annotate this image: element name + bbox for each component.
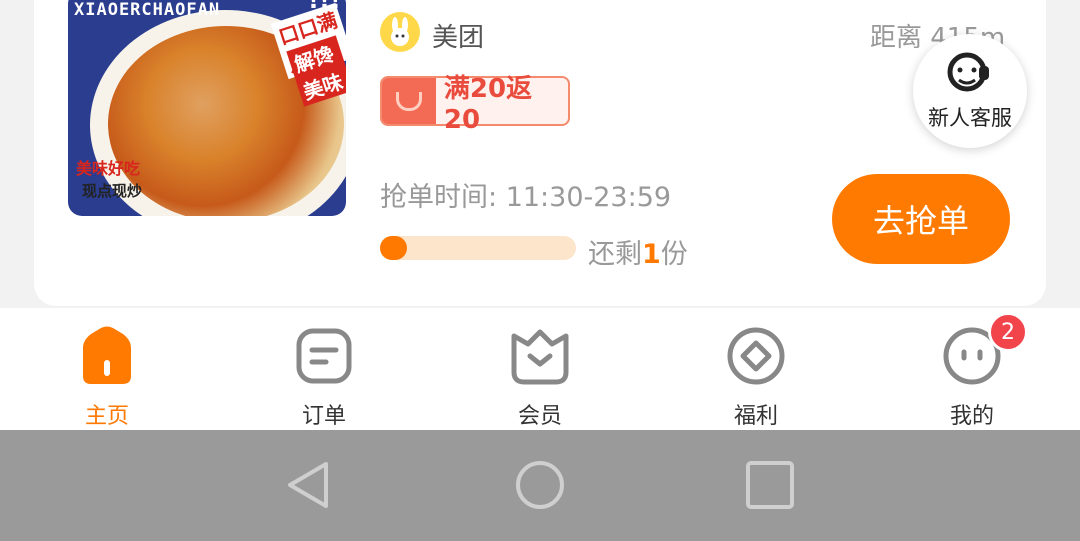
order-icon	[294, 326, 354, 386]
tab-profile[interactable]: 我的 2	[902, 308, 1042, 430]
grab-time: 抢单时间: 11:30-23:59	[380, 175, 671, 214]
tab-orders-label: 订单	[301, 404, 346, 429]
recent-apps-icon[interactable]	[745, 460, 795, 510]
bottom-tab-bar: 主页 订单 会员 福利 我的 2	[0, 308, 1080, 430]
tab-home[interactable]: 主页	[37, 308, 177, 430]
remaining-prefix: 还剩	[588, 239, 642, 270]
tab-welfare-label: 福利	[733, 404, 778, 429]
image-brand-text: XIAOERCHAOFAN	[74, 0, 221, 20]
tab-orders[interactable]: 订单	[254, 308, 394, 430]
tab-member-label: 会员	[517, 404, 562, 429]
grab-time-range: 11:30-23:59	[505, 182, 672, 213]
tab-profile-label: 我的	[949, 404, 994, 429]
home-circle-icon[interactable]	[515, 460, 565, 510]
member-icon	[510, 326, 570, 386]
remaining-suffix: 份	[660, 239, 688, 270]
tab-member[interactable]: 会员	[470, 308, 610, 430]
tab-home-label: 主页	[84, 404, 129, 429]
image-tag-3: 美味好吃	[76, 159, 141, 178]
stock-progress-fill	[380, 236, 408, 260]
customer-service-label: 新人客服	[928, 106, 1012, 130]
image-tag-4: 现点现炒	[82, 182, 143, 200]
platform-name: 美团	[432, 23, 485, 53]
promo-text: 满20返20	[443, 73, 533, 135]
customer-service-button[interactable]: 新人客服	[913, 34, 1027, 148]
red-envelope-icon	[382, 78, 436, 124]
grab-time-label: 抢单时间:	[380, 182, 498, 213]
welfare-icon	[726, 326, 786, 386]
notification-badge: 2	[988, 312, 1028, 352]
home-icon	[77, 326, 137, 386]
remaining-number: 1	[642, 239, 661, 270]
promo-badge: 满20返20	[380, 74, 570, 135]
remaining-count: 还剩1份	[588, 232, 688, 271]
headset-icon	[943, 50, 997, 100]
meituan-logo-icon	[380, 12, 420, 52]
product-image[interactable]: XIAOERCHAOFAN !!! 口口满足 解馋美味 美味好吃 现点现炒	[68, 0, 346, 216]
grab-order-button[interactable]: 去抢单	[832, 174, 1010, 264]
tab-welfare[interactable]: 福利	[686, 308, 826, 430]
system-navigation-bar	[0, 430, 1080, 541]
stock-progress-bar	[380, 236, 576, 260]
back-icon[interactable]	[284, 460, 334, 510]
